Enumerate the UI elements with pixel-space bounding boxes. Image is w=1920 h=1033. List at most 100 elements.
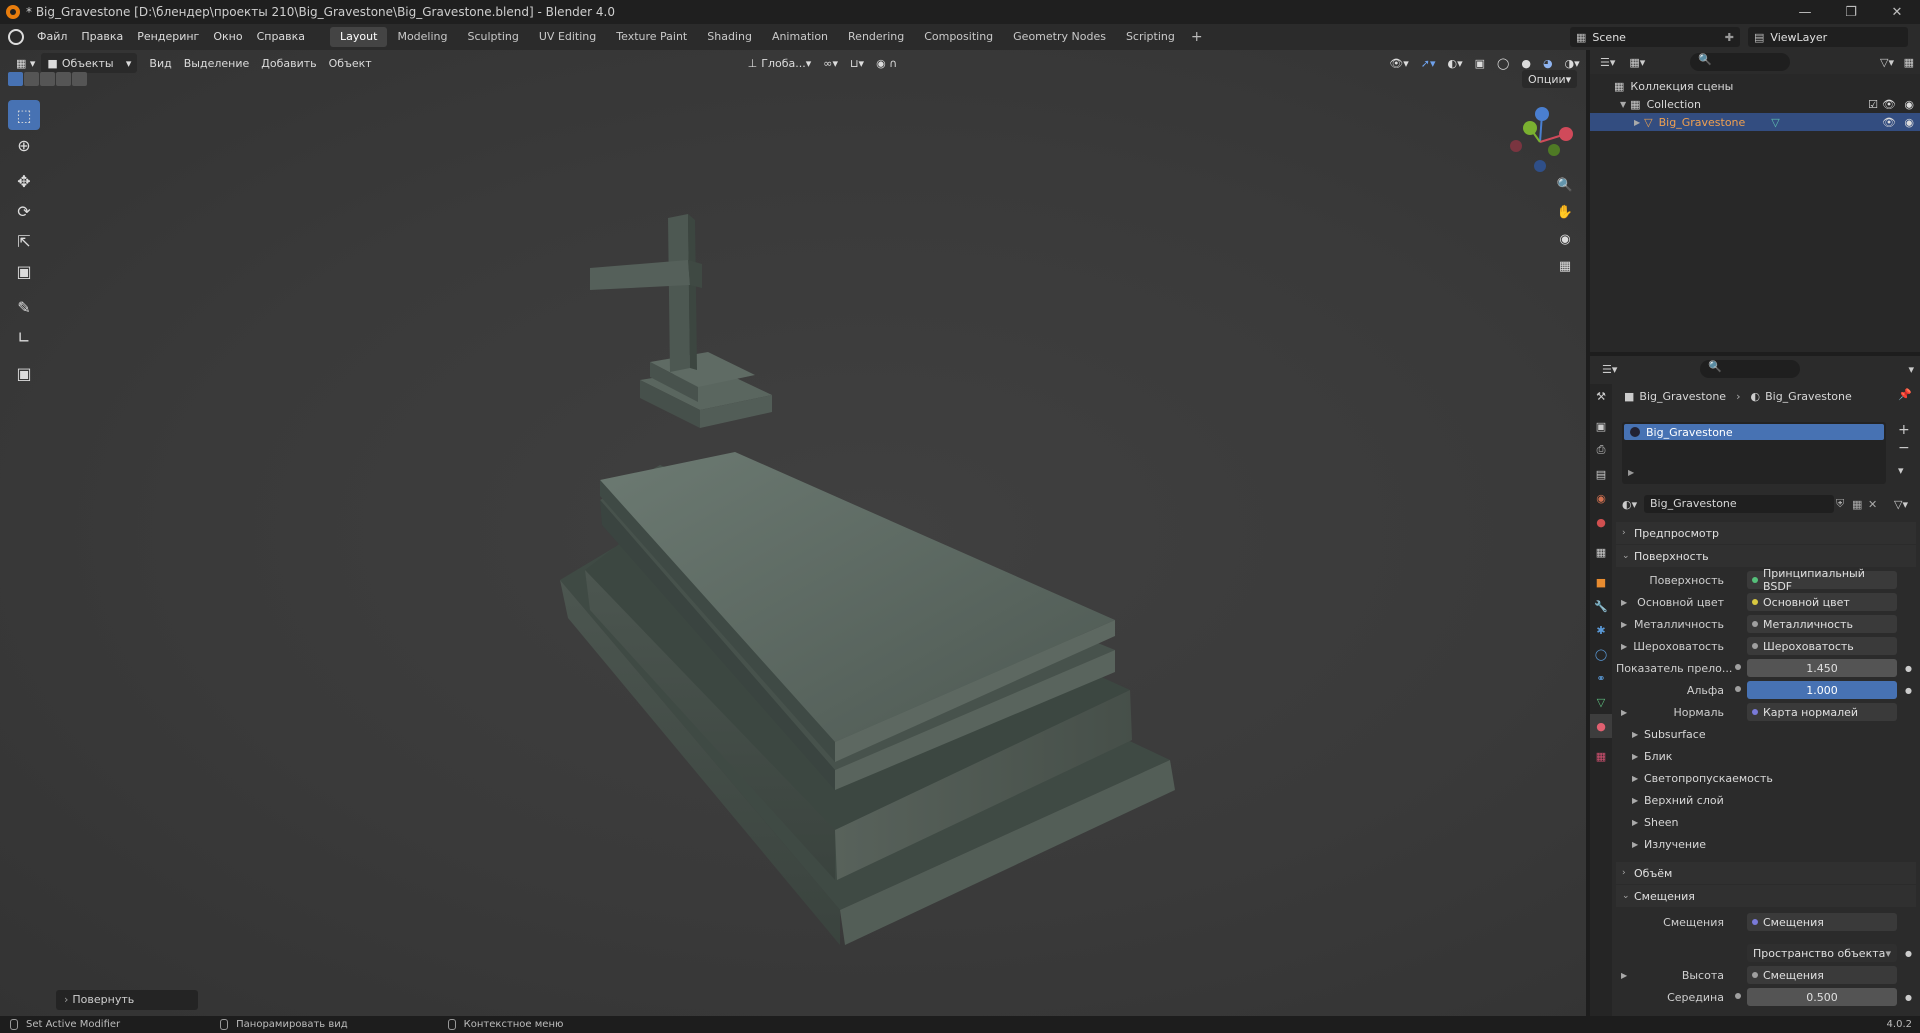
visibility-icon[interactable]: 👁▾ [1383, 53, 1415, 73]
render-camera-icon[interactable]: ◉ [1904, 116, 1914, 129]
outliner-search-input[interactable]: 🔍 [1690, 53, 1790, 71]
view-layer-tab-icon[interactable]: ▤ [1590, 462, 1612, 486]
select-invert-icon[interactable] [56, 72, 71, 86]
gravestone-model[interactable] [540, 190, 1180, 950]
tab-compositing[interactable]: Compositing [914, 27, 1003, 47]
unlink-icon[interactable]: ✕ [1868, 498, 1877, 511]
metallic-field[interactable]: Металличность [1747, 615, 1897, 633]
tab-geometry-nodes[interactable]: Geometry Nodes [1003, 27, 1116, 47]
display-mode-icon[interactable]: ▦▾ [1629, 56, 1645, 69]
menu-select[interactable]: Выделение [178, 53, 256, 73]
zoom-icon[interactable]: 🔍 [1552, 172, 1578, 198]
camera-view-icon[interactable]: ◉ [1552, 226, 1578, 252]
physics-tab-icon[interactable]: ◯ [1590, 642, 1612, 666]
menu-object[interactable]: Объект [323, 53, 378, 73]
menu-edit[interactable]: Правка [74, 24, 130, 50]
tab-sculpting[interactable]: Sculpting [458, 27, 529, 47]
last-operator-panel[interactable]: › Повернуть [56, 990, 198, 1010]
transform-tool-icon[interactable]: ▣ [8, 256, 40, 286]
section-surface[interactable]: ⌄ Поверхность [1616, 545, 1916, 567]
filter-icon[interactable]: ▽▾ [1880, 56, 1894, 69]
editor-type-icon[interactable]: ▦ ▾ [10, 53, 41, 73]
minimize-icon[interactable]: — [1782, 0, 1828, 24]
add-slot-icon[interactable]: + [1898, 422, 1910, 438]
subsection-sheen[interactable]: ▶ Sheen [1632, 812, 1678, 832]
duplicate-icon[interactable]: ▦ [1852, 498, 1862, 511]
displacement-space-dropdown[interactable]: Пространство объекта ▾ [1747, 944, 1897, 962]
tab-rendering[interactable]: Rendering [838, 27, 914, 47]
modifier-tab-icon[interactable]: 🔧 [1590, 594, 1612, 618]
subsection-emission[interactable]: ▶ Излучение [1632, 834, 1706, 854]
mesh-data-icon[interactable]: ▽ [1771, 116, 1779, 129]
navigation-gizmo[interactable] [1502, 102, 1578, 178]
xray-icon[interactable]: ▣ [1469, 53, 1491, 73]
expand-arrow-icon[interactable]: ▶ [1634, 118, 1640, 127]
texture-tab-icon[interactable]: ▦ [1590, 744, 1612, 768]
select-box-tool-icon[interactable]: ⬚ [8, 100, 40, 130]
menu-window[interactable]: Окно [206, 24, 249, 50]
eye-icon[interactable]: 👁 [1882, 116, 1896, 129]
add-cube-tool-icon[interactable]: ▣ [8, 358, 40, 388]
view-layer-selector[interactable]: ▤ ViewLayer [1748, 27, 1908, 47]
mode-selector[interactable]: ■ Объекты ▾ [41, 53, 138, 73]
properties-search-input[interactable]: 🔍 [1700, 360, 1800, 378]
tab-shading[interactable]: Shading [697, 27, 762, 47]
expand-arrow-icon[interactable]: ▶ [1621, 642, 1633, 651]
subsection-subsurface[interactable]: ▶ Subsurface [1632, 724, 1706, 744]
expand-arrow-icon[interactable]: ▼ [1620, 100, 1626, 109]
chevron-down-icon[interactable]: ▾ [1908, 363, 1914, 376]
keyframe-dot-icon[interactable]: ● [1905, 949, 1912, 958]
base-color-field[interactable]: Основной цвет [1747, 593, 1897, 611]
output-tab-icon[interactable]: ⎙ [1590, 438, 1612, 462]
overlay-toggle-icon[interactable]: ◐▾ [1441, 53, 1468, 73]
expand-arrow-icon[interactable]: ▶ [1621, 971, 1633, 980]
keyframe-dot-icon[interactable]: ● [1905, 664, 1912, 673]
world-tab-icon[interactable]: ● [1590, 510, 1612, 534]
keyframe-dot-icon[interactable]: ● [1905, 686, 1912, 695]
tool-tab-icon[interactable]: ⚒ [1590, 384, 1612, 408]
subsection-coat[interactable]: ▶ Верхний слой [1632, 790, 1724, 810]
midlevel-field[interactable]: 0.500 [1747, 988, 1897, 1006]
alpha-field[interactable]: 1.000 [1747, 681, 1897, 699]
normal-field[interactable]: Карта нормалей [1747, 703, 1897, 721]
slot-specials-icon[interactable]: ▾ [1898, 464, 1904, 477]
tab-animation[interactable]: Animation [762, 27, 838, 47]
section-displacement[interactable]: ⌄ Смещения [1616, 885, 1916, 907]
expand-arrow-icon[interactable]: ▶ [1628, 468, 1634, 477]
move-tool-icon[interactable]: ✥ [8, 166, 40, 196]
tab-modeling[interactable]: Modeling [387, 27, 457, 47]
menu-file[interactable]: Файл [30, 24, 74, 50]
scene-tab-icon[interactable]: ◉ [1590, 486, 1612, 510]
filter-icon[interactable]: ▽▾ [1894, 498, 1908, 511]
fake-user-icon[interactable]: ⛨ [1836, 497, 1844, 511]
cursor-tool-icon[interactable]: ⊕ [8, 130, 40, 160]
scene-selector[interactable]: ▦ Scene ✚ [1570, 27, 1740, 47]
maximize-icon[interactable]: ❐ [1828, 0, 1874, 24]
render-camera-icon[interactable]: ◉ [1904, 98, 1914, 111]
shading-wireframe-icon[interactable]: ◯ [1491, 53, 1515, 73]
material-tab-icon[interactable]: ● [1590, 714, 1612, 738]
displacement-field[interactable]: Смещения [1747, 913, 1897, 931]
select-new-icon[interactable] [8, 72, 23, 86]
scene-collection-row[interactable]: ▦ Коллекция сцены [1590, 77, 1920, 95]
section-preview[interactable]: › Предпросмотр [1616, 522, 1916, 544]
roughness-field[interactable]: Шероховатость [1747, 637, 1897, 655]
menu-help[interactable]: Справка [250, 24, 312, 50]
gizmo-toggle-icon[interactable]: ➚▾ [1415, 53, 1442, 73]
particles-tab-icon[interactable]: ✱ [1590, 618, 1612, 642]
scale-tool-icon[interactable]: ⇱ [8, 226, 40, 256]
perspective-toggle-icon[interactable]: ▦ [1552, 253, 1578, 279]
object-row[interactable]: ▶ ▽ Big_Gravestone ▽ 👁 ◉ [1590, 113, 1920, 131]
object-tab-icon[interactable]: ■ [1590, 570, 1612, 594]
menu-render[interactable]: Рендеринг [130, 24, 206, 50]
tab-scripting[interactable]: Scripting [1116, 27, 1185, 47]
pin-icon[interactable]: 📌 [1898, 388, 1912, 401]
section-volume[interactable]: › Объём [1616, 862, 1916, 884]
blender-menu-icon[interactable] [8, 29, 24, 45]
scene-pin-icon[interactable]: ✚ [1725, 31, 1734, 44]
3d-viewport[interactable]: ▦ ▾ ■ Объекты ▾ Вид Выделение Добавить Объ… [0, 50, 1586, 1016]
exclude-checkbox[interactable]: ☑ [1868, 98, 1878, 111]
annotate-tool-icon[interactable]: ✎ [8, 292, 40, 322]
options-dropdown[interactable]: Опции ▾ [1522, 70, 1578, 88]
surface-shader-field[interactable]: Принципиальный BSDF [1747, 567, 1897, 593]
